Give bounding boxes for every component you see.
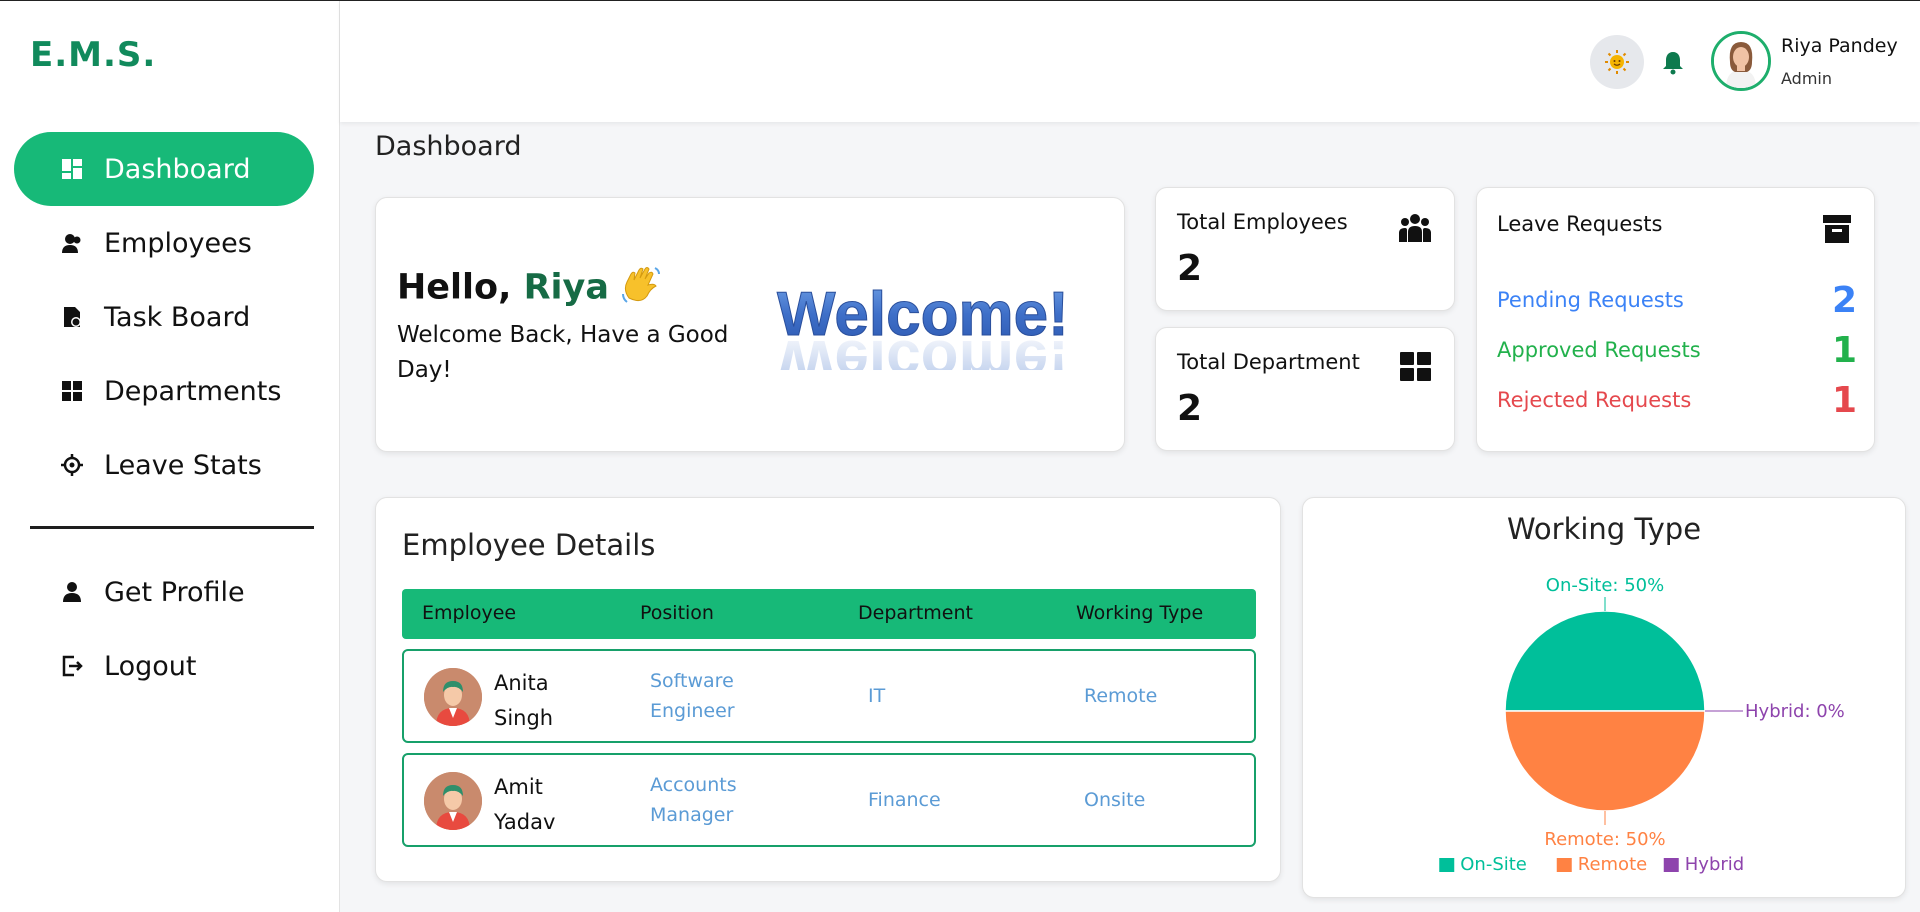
page-title: Dashboard <box>375 131 522 162</box>
dashboard-icon <box>60 157 84 181</box>
employee-working-type: Remote <box>1084 685 1158 707</box>
employee-department: IT <box>868 685 886 707</box>
legend-label[interactable]: Remote <box>1578 854 1647 875</box>
employee-position: Accounts Manager <box>650 774 737 826</box>
column-header: Working Type <box>1076 602 1204 624</box>
rejected-requests-row[interactable]: Rejected Requests 1 <box>1497 379 1857 421</box>
total-employees-card[interactable]: Total Employees 2 <box>1155 187 1455 311</box>
approved-requests-label: Approved Requests <box>1497 338 1701 362</box>
profile-icon <box>60 580 84 604</box>
table-row[interactable]: Anita Singh Software Engineer IT Remote <box>402 649 1256 743</box>
sidebar-item-label: Get Profile <box>104 576 245 608</box>
employee-details-card: Employee Details Employee Position Depar… <box>375 497 1281 882</box>
sidebar-item-logout[interactable]: Logout <box>14 629 314 703</box>
sidebar-item-dashboard[interactable]: Dashboard <box>14 132 314 206</box>
sidebar-item-label: Employees <box>104 227 252 259</box>
sun-icon <box>1605 50 1629 74</box>
sidebar-item-label: Logout <box>104 650 197 682</box>
employee-position: Software Engineer <box>650 670 735 722</box>
table-header: Employee Position Department Working Typ… <box>402 589 1256 639</box>
pie-slice-on-site[interactable] <box>1504 610 1706 712</box>
greeting-heading: Hello, Riya <box>397 264 663 313</box>
sidebar: E.M.S. Dashboard Employees Task Board De… <box>0 1 340 912</box>
leave-stats-icon <box>60 453 84 477</box>
user-name: Riya Pandey <box>1781 35 1898 57</box>
notification-button[interactable] <box>1660 49 1686 79</box>
welcome-banner-reflection: Welcome! <box>777 327 1069 370</box>
working-type-chart-card: Working Type On-Site: 50% Remote: 50% Hybr… <box>1302 497 1906 898</box>
users-icon <box>1398 212 1432 248</box>
pending-requests-row[interactable]: Pending Requests 2 <box>1497 279 1857 321</box>
theme-toggle-button[interactable] <box>1590 35 1644 89</box>
employees-icon <box>60 231 84 255</box>
app-logo[interactable]: E.M.S. <box>30 35 156 75</box>
sidebar-item-label: Dashboard <box>104 153 251 185</box>
rejected-requests-label: Rejected Requests <box>1497 388 1692 412</box>
task-board-icon <box>60 305 84 329</box>
total-department-card[interactable]: Total Department 2 <box>1155 327 1455 451</box>
pending-requests-label: Pending Requests <box>1497 288 1684 312</box>
leave-requests-title: Leave Requests <box>1497 212 1663 236</box>
grid-icon <box>1400 352 1432 386</box>
employee-avatar <box>424 668 482 726</box>
user-avatar[interactable] <box>1711 31 1771 91</box>
sidebar-item-employees[interactable]: Employees <box>14 206 314 280</box>
legend-swatch-on-site[interactable] <box>1439 858 1455 872</box>
top-header: Riya Pandey Admin <box>340 1 1920 122</box>
sidebar-item-departments[interactable]: Departments <box>14 354 314 428</box>
working-type-pie-chart: On-Site: 50% Remote: 50% Hybrid: 0% On-Site… <box>1439 575 1845 875</box>
column-header: Position <box>640 602 714 624</box>
pie-slice-label: On-Site: 50% <box>1546 575 1664 596</box>
column-header: Employee <box>422 602 517 624</box>
welcome-card: Hello, Riya Welcome Back, Have a Good Da… <box>375 197 1125 452</box>
stat-value: 2 <box>1177 388 1203 429</box>
employee-department: Finance <box>868 789 941 811</box>
stat-value: 2 <box>1177 248 1203 289</box>
greeting-text: Hello, <box>397 267 524 308</box>
sidebar-item-label: Leave Stats <box>104 449 262 481</box>
pie-slice-label: Hybrid: 0% <box>1745 701 1845 722</box>
legend-swatch-remote[interactable] <box>1556 858 1572 872</box>
logout-icon <box>60 654 84 678</box>
rejected-requests-value: 1 <box>1831 379 1857 421</box>
employee-avatar <box>424 772 482 830</box>
legend-label[interactable]: On-Site <box>1460 854 1527 875</box>
welcome-banner-image: Welcome! Welcome! <box>771 280 1091 397</box>
employee-working-type: Onsite <box>1084 789 1146 811</box>
employee-name: Anita Singh <box>494 671 554 730</box>
leave-requests-card: Leave Requests Pending Requests 2 Approv… <box>1476 187 1875 452</box>
sidebar-nav: Dashboard Employees Task Board Departmen… <box>14 132 314 703</box>
user-role: Admin <box>1781 69 1832 88</box>
sidebar-divider <box>30 526 314 529</box>
table-row[interactable]: Amit Yadav Accounts Manager Finance Onsi… <box>402 753 1256 847</box>
sidebar-item-label: Departments <box>104 375 282 407</box>
sidebar-item-leave-stats[interactable]: Leave Stats <box>14 428 314 502</box>
column-header: Department <box>858 602 973 624</box>
stat-title: Total Employees <box>1177 210 1348 234</box>
departments-icon <box>60 379 84 403</box>
approved-requests-value: 1 <box>1831 329 1857 371</box>
bell-icon <box>1663 52 1683 75</box>
sidebar-item-get-profile[interactable]: Get Profile <box>14 555 314 629</box>
pie-slice-remote[interactable] <box>1504 710 1706 812</box>
employee-name: Amit Yadav <box>494 775 556 834</box>
greeting-name: Riya <box>523 267 609 308</box>
waving-hand-icon <box>621 264 663 313</box>
approved-requests-row[interactable]: Approved Requests 1 <box>1497 329 1857 371</box>
archive-icon <box>1822 214 1852 248</box>
sidebar-item-task-board[interactable]: Task Board <box>14 280 314 354</box>
legend-swatch-hybrid[interactable] <box>1663 858 1679 872</box>
employee-details-title: Employee Details <box>402 528 656 562</box>
sidebar-item-label: Task Board <box>104 301 251 333</box>
pending-requests-value: 2 <box>1831 279 1857 321</box>
legend-label[interactable]: Hybrid <box>1685 854 1744 875</box>
pie-slice-label: Remote: 50% <box>1544 829 1665 850</box>
greeting-subtitle: Welcome Back, Have a Good Day! <box>397 322 729 383</box>
stat-title: Total Department <box>1177 350 1360 374</box>
